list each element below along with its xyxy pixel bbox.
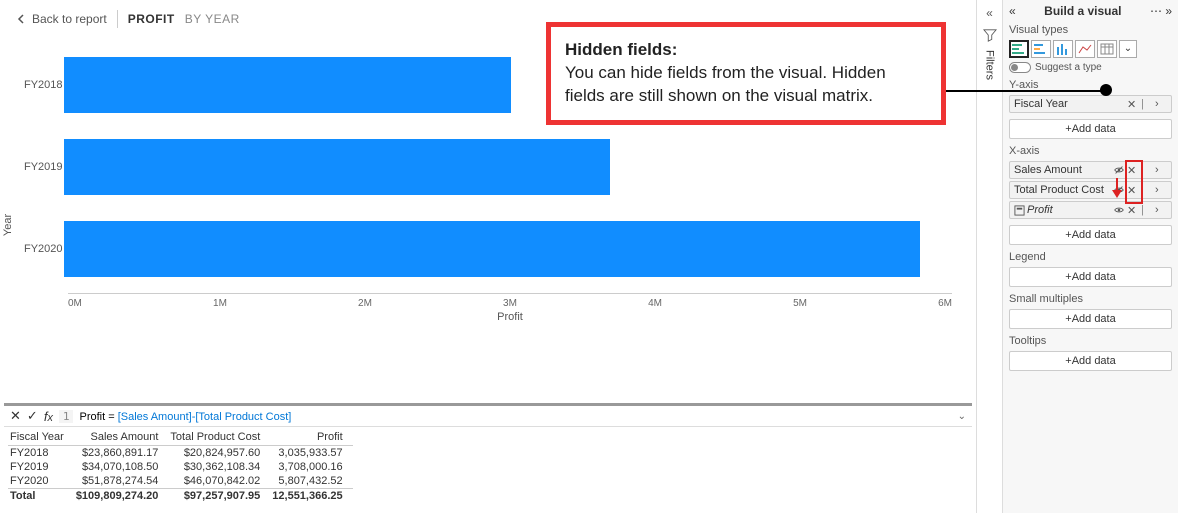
filters-pane-collapsed[interactable]: « Filters [976,0,1002,513]
bar[interactable] [64,139,610,195]
table-row[interactable]: FY2020$51,878,274.54$46,070,842.025,807,… [8,474,353,489]
xaxis-label: X-axis [1009,145,1172,157]
legend-label: Legend [1009,251,1172,263]
visual-type-picker: ⌄ [1009,40,1172,58]
more-options-icon[interactable]: ⋯ » [1150,4,1172,18]
visual-type-expand[interactable]: ⌄ [1119,40,1137,58]
show-field-icon[interactable] [1113,204,1125,216]
data-table-panel: ✕ ✓ fx 1 Profit = [Sales Amount]-[Total … [4,403,972,509]
measure-icon [1014,205,1025,216]
suggest-label: Suggest a type [1035,62,1102,73]
field-pill-sales-amount[interactable]: Sales Amount ✕| › [1009,161,1172,179]
bar-row: FY2019 [68,126,952,208]
x-axis-label: Profit [68,309,952,323]
formula-expand-icon[interactable]: ⌄ [958,411,966,422]
build-title: Build a visual [1044,4,1121,18]
bar-category-label: FY2018 [24,79,64,91]
table-total-row: Total$109,809,274.20$97,257,907.9512,551… [8,489,353,504]
small-multiples-label: Small multiples [1009,293,1172,305]
add-data-tooltips[interactable]: +Add data [1009,351,1172,371]
back-to-report-button[interactable]: Back to report [16,12,107,26]
formula-cancel-icon[interactable]: ✕ [10,408,21,424]
bar-category-label: FY2019 [24,161,64,173]
remove-field-icon[interactable]: ✕ [1127,98,1139,110]
bar-category-label: FY2020 [24,243,64,255]
formula-bar[interactable]: ✕ ✓ fx 1 Profit = [Sales Amount]-[Total … [4,406,972,427]
visual-type-column[interactable] [1053,40,1073,58]
x-axis-ticks: 0M1M2M3M4M5M6M [68,294,952,309]
field-menu-icon[interactable]: › [1155,204,1167,216]
remove-field-icon[interactable]: ✕ [1127,184,1139,196]
visual-type-line[interactable] [1075,40,1095,58]
formula-line-number: 1 [59,410,74,423]
expand-filters-icon[interactable]: « [986,6,993,20]
divider [117,10,118,28]
table-row[interactable]: FY2018$23,860,891.17$20,824,957.603,035,… [8,446,353,461]
breadcrumb-secondary[interactable]: BY YEAR [185,12,240,26]
visual-type-table[interactable] [1097,40,1117,58]
add-data-xaxis[interactable]: +Add data [1009,225,1172,245]
add-data-yaxis[interactable]: +Add data [1009,119,1172,139]
hide-field-icon[interactable] [1113,164,1125,176]
chevron-left-icon [16,14,26,24]
formula-text[interactable]: Profit = [Sales Amount]-[Total Product C… [79,410,291,423]
annotation-callout: Hidden fields: You can hide fields from … [546,22,946,125]
table-row[interactable]: FY2019$34,070,108.50$30,362,108.343,708,… [8,460,353,474]
tooltips-label: Tooltips [1009,335,1172,347]
bar[interactable] [64,57,511,113]
build-visual-pane: « Build a visual ⋯ » Visual types ⌄ Sugg… [1002,0,1178,513]
suggest-toggle[interactable] [1009,62,1031,73]
y-axis-label: Year [2,213,14,235]
back-label: Back to report [32,12,107,26]
annotation-endpoint [1100,84,1112,96]
add-data-legend[interactable]: +Add data [1009,267,1172,287]
formula-commit-icon[interactable]: ✓ [27,408,38,424]
filters-label: Filters [984,50,996,80]
bar-row: FY2020 [68,208,952,290]
visual-type-stacked-bar[interactable] [1009,40,1029,58]
annotation-connector [946,90,1106,92]
field-pill-profit[interactable]: Profit ✕| › [1009,201,1172,219]
remove-field-icon[interactable]: ✕ [1127,164,1139,176]
fx-icon[interactable]: fx [44,409,53,424]
remove-field-icon[interactable]: ✕ [1127,204,1139,216]
field-pill-fiscal-year[interactable]: Fiscal Year ✕| › [1009,95,1172,113]
visual-types-label: Visual types [1009,24,1172,36]
suggest-type-row[interactable]: Suggest a type [1009,62,1172,73]
filter-icon [983,28,997,42]
collapse-build-icon[interactable]: « [1009,4,1016,18]
data-table: Fiscal YearSales AmountTotal Product Cos… [8,429,353,503]
annotation-arrow-icon [1108,178,1126,200]
visual-type-clustered-bar[interactable] [1031,40,1051,58]
add-data-small-multiples[interactable]: +Add data [1009,309,1172,329]
bar[interactable] [64,221,920,277]
breadcrumb-active[interactable]: PROFIT [128,12,175,26]
field-pill-total-product-cost[interactable]: Total Product Cost ✕| › [1009,181,1172,199]
field-menu-icon[interactable]: › [1155,184,1167,196]
field-menu-icon[interactable]: › [1155,164,1167,176]
field-menu-icon[interactable]: › [1155,98,1167,110]
